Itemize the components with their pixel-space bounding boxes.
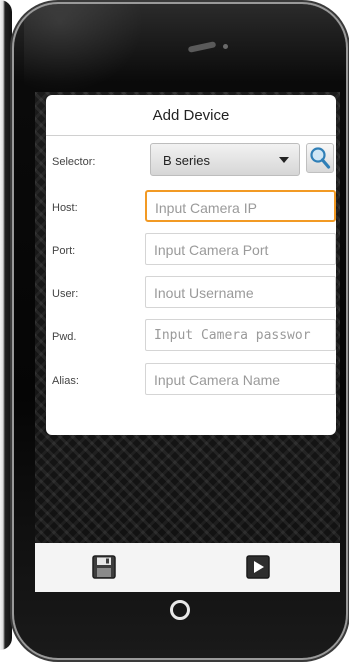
chevron-down-icon	[279, 157, 289, 163]
play-icon	[246, 555, 270, 579]
dialog-title: Add Device	[152, 107, 230, 124]
username-placeholder: Inout Username	[154, 285, 254, 301]
bottom-toolbar	[35, 543, 340, 592]
search-icon	[310, 147, 331, 169]
app-screen: Add Device Selector: B series Host: Inpu…	[35, 92, 340, 592]
alias-label: Alias:	[52, 375, 79, 387]
port-label: Port:	[52, 245, 76, 257]
play-button[interactable]	[246, 555, 270, 579]
adjacent-phone-edge	[0, 0, 12, 650]
alias-input[interactable]: Input Camera Name	[145, 363, 336, 395]
add-device-dialog: Add Device Selector: B series Host: Inpu…	[46, 95, 336, 435]
host-label: Host:	[52, 202, 78, 214]
port-input[interactable]: Input Camera Port	[145, 233, 336, 265]
password-input[interactable]: Input Camera passwor	[145, 319, 336, 351]
password-placeholder: Input Camera passwor	[154, 328, 311, 343]
selector-label: Selector:	[52, 156, 96, 168]
username-input[interactable]: Inout Username	[145, 276, 336, 308]
phone-frame: Add Device Selector: B series Host: Inpu…	[14, 4, 346, 658]
port-placeholder: Input Camera Port	[154, 242, 269, 258]
search-button[interactable]	[306, 143, 334, 173]
series-selector[interactable]: B series	[150, 143, 300, 176]
home-button[interactable]	[170, 600, 190, 620]
front-camera	[223, 44, 228, 49]
alias-placeholder: Input Camera Name	[154, 372, 281, 388]
title-divider	[46, 135, 336, 136]
save-button[interactable]	[92, 555, 116, 579]
host-input[interactable]: Input Camera IP	[145, 190, 336, 222]
selector-value: B series	[163, 153, 210, 168]
host-placeholder: Input Camera IP	[155, 200, 257, 216]
speaker-grille	[187, 41, 217, 53]
user-label: User:	[52, 288, 79, 300]
password-label: Pwd.	[52, 331, 77, 343]
save-icon	[92, 555, 116, 579]
